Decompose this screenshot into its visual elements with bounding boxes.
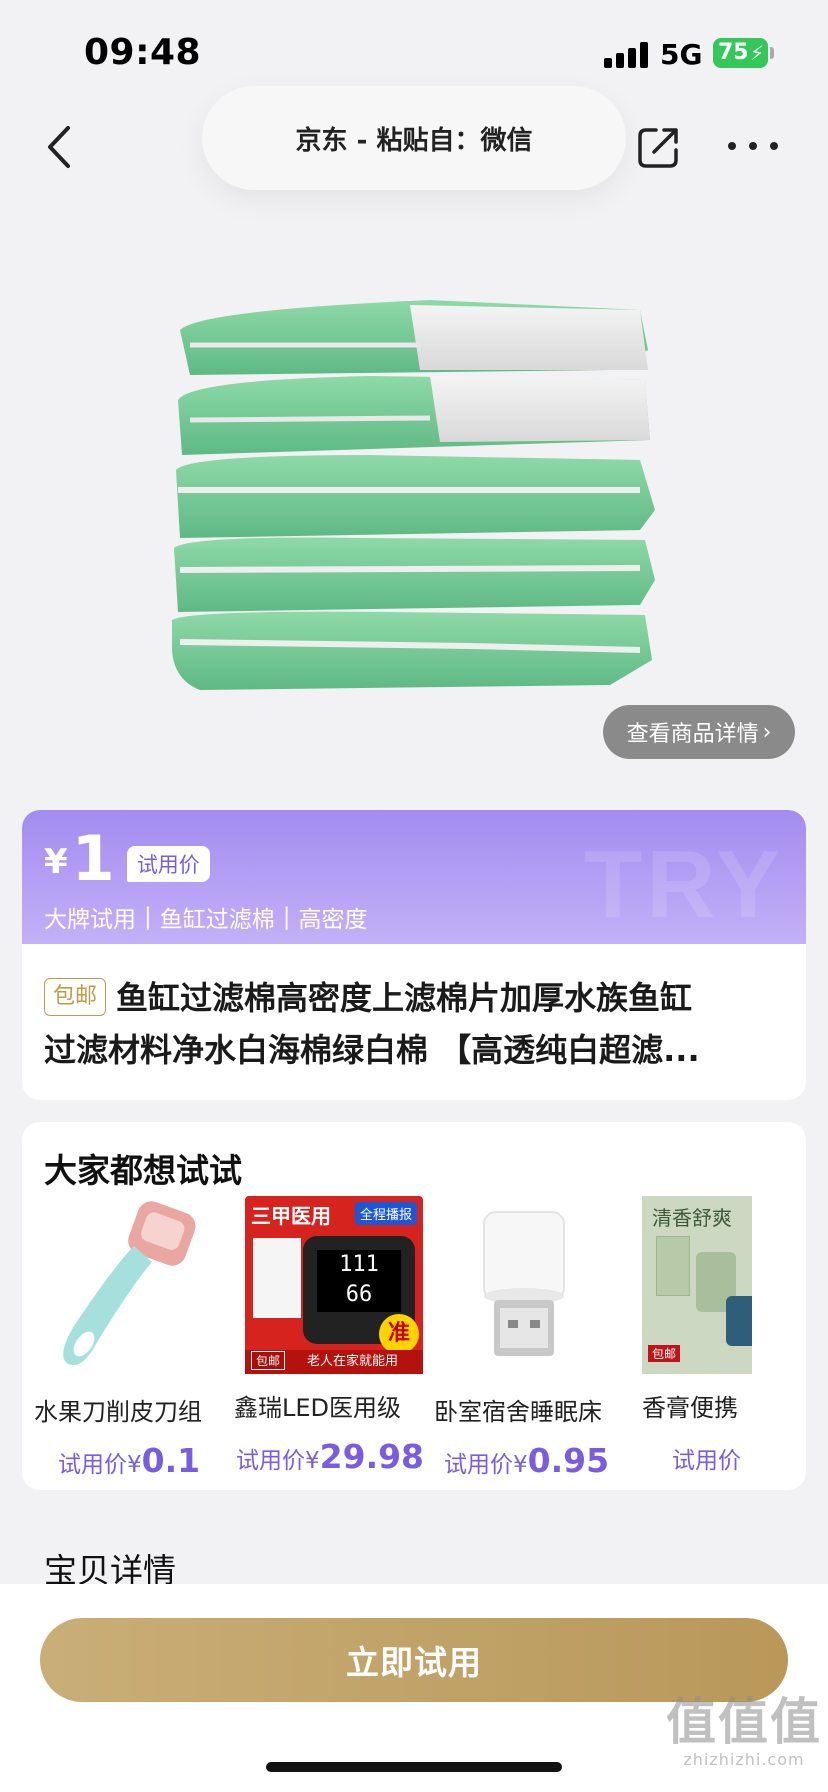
rec-item[interactable]: 三甲医用 全程播报 111 66 准 老人在家就能用 包邮 鑫瑞LED医用级 试… bbox=[234, 1196, 434, 1476]
thumb-headline: 三甲医用 bbox=[251, 1204, 331, 1228]
rec-item[interactable]: 清香舒爽 包邮 香膏便携 试用价 bbox=[642, 1196, 806, 1476]
charging-icon: ⚡ bbox=[749, 41, 764, 65]
rec-item-price: 试用价¥29.98 bbox=[236, 1437, 425, 1476]
feature-tag: 高密度 bbox=[298, 907, 368, 933]
price-card: TRY ¥ 1 试用价 大牌试用 | 鱼缸过滤棉 | 高密度 包邮 鱼缸过滤棉高密… bbox=[22, 810, 806, 1100]
cream-image: 清香舒爽 包邮 bbox=[642, 1196, 752, 1374]
status-time: 09:48 bbox=[84, 32, 202, 73]
more-icon[interactable] bbox=[728, 138, 778, 154]
thumb-reading: 111 66 bbox=[317, 1250, 401, 1312]
title-line-2: 过滤材料净水白海棉绿白棉 【高透纯白超滤... bbox=[44, 1031, 700, 1069]
price-tag: 试用价 bbox=[126, 846, 210, 882]
source-title-pill[interactable]: 京东 - 粘贴自：微信 bbox=[202, 86, 626, 190]
signal-icon bbox=[604, 42, 648, 68]
thumb-headline: 清香舒爽 bbox=[652, 1206, 732, 1230]
site-watermark: 值值值 zhizhizhi.com bbox=[666, 1694, 822, 1769]
rec-item-name: 水果刀削皮刀组 bbox=[34, 1398, 202, 1426]
feature-tag: 大牌试用 bbox=[44, 907, 136, 933]
home-indicator[interactable] bbox=[266, 1762, 562, 1772]
feature-tag: 鱼缸过滤棉 bbox=[159, 907, 275, 933]
thumb-free-shipping: 包邮 bbox=[251, 1351, 286, 1370]
try-now-button[interactable]: 立即试用 bbox=[40, 1618, 788, 1702]
rec-item-name: 卧室宿舍睡眠床 bbox=[434, 1398, 602, 1426]
rec-item-name: 香膏便携 bbox=[642, 1394, 738, 1422]
recommendations-card: 大家都想试试 水果刀削皮刀组 试用价¥0.1 三甲医用 全程播报 111 66 … bbox=[22, 1122, 806, 1490]
chevron-right-icon: › bbox=[762, 719, 772, 745]
rec-item[interactable]: 水果刀削皮刀组 试用价¥0.1 bbox=[34, 1196, 234, 1480]
title-line-1: 鱼缸过滤棉高密度上滤棉片加厚水族鱼缸 bbox=[116, 979, 693, 1017]
thumb-badge: 全程播报 bbox=[354, 1202, 417, 1225]
product-image[interactable] bbox=[170, 290, 660, 720]
trial-price: 1 bbox=[71, 822, 115, 895]
view-detail-button[interactable]: 查看商品详情 › bbox=[603, 705, 795, 759]
usb-night-light-image bbox=[483, 1211, 565, 1356]
watermark-logo: 值值值 bbox=[666, 1693, 822, 1751]
share-icon[interactable] bbox=[636, 124, 682, 170]
rec-item-price: 试用价¥0.95 bbox=[444, 1441, 610, 1480]
network-type: 5G bbox=[660, 38, 703, 71]
thumb-mark: 准 bbox=[379, 1314, 419, 1354]
rec-item-price: 试用价 bbox=[672, 1448, 741, 1474]
rec-item-price: 试用价¥0.1 bbox=[58, 1441, 201, 1480]
rec-item[interactable]: 卧室宿舍睡眠床 试用价¥0.95 bbox=[434, 1196, 634, 1480]
view-detail-label: 查看商品详情 bbox=[626, 722, 759, 747]
battery-icon: 75 ⚡ bbox=[713, 38, 774, 68]
rec-item-name: 鑫瑞LED医用级 bbox=[234, 1394, 402, 1422]
nav-title: 京东 - 粘贴自：微信 bbox=[295, 125, 533, 156]
currency-symbol: ¥ bbox=[44, 842, 68, 882]
try-watermark: TRY bbox=[583, 831, 784, 938]
peeler-image bbox=[63, 1201, 196, 1366]
watermark-url: zhizhizhi.com bbox=[683, 1750, 805, 1769]
status-bar: 09:48 5G 75 ⚡ bbox=[0, 0, 828, 100]
recommendations-title: 大家都想试试 bbox=[44, 1151, 242, 1190]
product-title: 包邮 鱼缸过滤棉高密度上滤棉片加厚水族鱼缸 过滤材料净水白海棉绿白棉 【高透纯白超… bbox=[22, 944, 806, 1076]
thumb-free-shipping: 包邮 bbox=[648, 1345, 681, 1362]
blood-pressure-monitor-image: 三甲医用 全程播报 111 66 准 老人在家就能用 包邮 bbox=[245, 1196, 423, 1374]
free-shipping-badge: 包邮 bbox=[44, 978, 107, 1016]
battery-level: 75 bbox=[718, 40, 749, 65]
chevron-left-icon[interactable] bbox=[40, 122, 80, 172]
price-banner: TRY ¥ 1 试用价 大牌试用 | 鱼缸过滤棉 | 高密度 bbox=[22, 810, 806, 944]
bottom-action-bar: 立即试用 值值值 zhizhizhi.com bbox=[0, 1584, 828, 1792]
